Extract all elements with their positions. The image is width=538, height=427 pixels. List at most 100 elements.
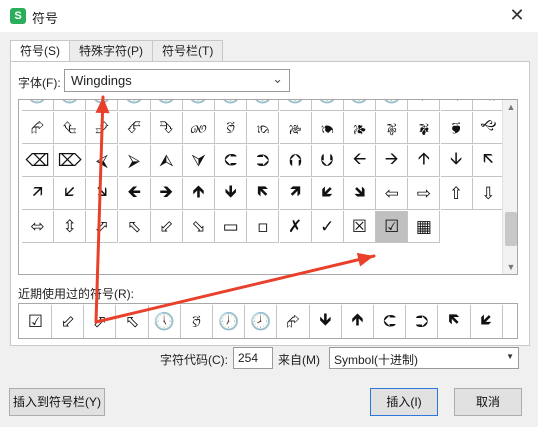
symbol-cell[interactable]: ✓ <box>311 211 344 243</box>
symbol-cell[interactable]: 🡪 <box>376 145 409 177</box>
symbol-cell[interactable]: 🡺 <box>150 178 183 210</box>
symbol-cell[interactable]: ▫ <box>247 211 280 243</box>
grid-scrollbar[interactable]: ▲ ▼ <box>502 100 517 274</box>
symbol-cell[interactable]: ⬃ <box>150 211 183 243</box>
char-code-input[interactable]: 254 <box>233 347 273 369</box>
symbol-cell[interactable]: ⮘ <box>86 145 119 177</box>
symbol-cell[interactable]: ⇦ <box>376 178 409 210</box>
symbol-cell[interactable]: ⇧ <box>440 178 473 210</box>
symbol-cell[interactable]: 🡽 <box>279 178 312 210</box>
symbol-cell[interactable]: 🙓 <box>279 112 312 144</box>
symbol-cell[interactable]: ⇳ <box>54 211 87 243</box>
symbol-cell-selected[interactable]: ☑ <box>376 211 409 243</box>
symbol-cell[interactable]: 🕙 <box>311 100 344 111</box>
symbol-cell[interactable]: ⮈ <box>215 145 248 177</box>
symbol-cell[interactable]: 🕘 <box>279 100 312 111</box>
from-select[interactable]: Symbol(十进制) ▼ <box>329 347 519 369</box>
symbol-cell[interactable]: ⮶ <box>118 112 151 144</box>
recent-symbol-cell[interactable]: 🡹 <box>342 305 374 338</box>
symbol-cell[interactable]: ⮷ <box>150 112 183 144</box>
symbol-cell[interactable]: 🕐 <box>22 100 54 111</box>
symbol-cell[interactable]: 🡬 <box>472 145 505 177</box>
symbol-cell[interactable]: ⮚ <box>118 145 151 177</box>
symbol-cell[interactable]: 🕚 <box>344 100 376 111</box>
symbol-cell[interactable]: ▦ <box>408 211 441 243</box>
symbol-cell[interactable]: ⬄ <box>22 211 54 243</box>
symbol-cell[interactable]: ⮋ <box>311 145 344 177</box>
recent-symbol-cell[interactable]: ⮊ <box>406 305 439 338</box>
symbol-cell[interactable]: ⇨ <box>408 178 441 210</box>
symbol-cell[interactable]: 🕛 <box>376 100 409 111</box>
symbol-cell[interactable]: 🙐 <box>183 112 215 144</box>
symbol-cell[interactable]: 🕗 <box>247 100 280 111</box>
symbol-cell[interactable]: ⮱ <box>440 100 473 111</box>
symbol-cell[interactable]: 🡨 <box>344 145 376 177</box>
symbol-cell[interactable]: ⮊ <box>247 145 280 177</box>
symbol-cell[interactable]: 🡫 <box>440 145 473 177</box>
symbol-cell[interactable]: 🙘 <box>440 112 473 144</box>
symbol-cell[interactable]: 🙕 <box>344 112 376 144</box>
symbol-cell[interactable]: 🙑 <box>215 112 248 144</box>
tab-symbol-bar[interactable]: 符号栏(T) <box>152 40 224 62</box>
symbol-cell[interactable]: 🕔 <box>150 100 183 111</box>
recent-symbol-cell[interactable]: ⮈ <box>374 305 407 338</box>
recent-symbol-cell[interactable]: 🕖 <box>213 305 246 338</box>
symbol-cell[interactable]: ⮉ <box>279 145 312 177</box>
symbol-cell[interactable]: 🙖 <box>376 112 409 144</box>
symbol-cell[interactable]: 🙙 <box>472 112 505 144</box>
symbol-cell[interactable]: ⮛ <box>183 145 215 177</box>
recent-symbol-cell[interactable]: ⬃ <box>52 305 85 338</box>
symbol-cell[interactable]: ▭ <box>215 211 248 243</box>
recent-symbol-cell[interactable]: 🕗 <box>245 305 278 338</box>
symbol-cell[interactable]: ⬀ <box>86 211 119 243</box>
symbol-cell[interactable]: ☒ <box>344 211 376 243</box>
recent-symbol-cell[interactable]: ⬀ <box>84 305 117 338</box>
symbol-cell[interactable]: 🡸 <box>118 178 151 210</box>
symbol-cell[interactable]: 🙒 <box>247 112 280 144</box>
symbol-cell[interactable]: ⌫ <box>22 145 54 177</box>
recent-symbol-cell[interactable]: 🙑 <box>181 305 213 338</box>
symbol-cell[interactable]: ⬁ <box>118 211 151 243</box>
scroll-up-icon[interactable]: ▲ <box>503 100 517 114</box>
symbol-cell[interactable]: ⬂ <box>183 211 215 243</box>
symbol-cell[interactable]: ⮳ <box>22 112 54 144</box>
close-icon[interactable]: ✕ <box>506 4 528 26</box>
symbol-cell[interactable]: 🡭 <box>22 178 54 210</box>
insert-button[interactable]: 插入(I) <box>370 388 438 416</box>
symbol-cell[interactable]: ⮙ <box>150 145 183 177</box>
symbol-cell[interactable]: ⌦ <box>54 145 87 177</box>
font-select[interactable]: Wingdings ⌄ <box>64 69 290 92</box>
symbol-cell[interactable]: ⮵ <box>86 112 119 144</box>
symbol-cell[interactable]: 🡹 <box>183 178 215 210</box>
recent-symbol-cell[interactable]: ⬁ <box>117 305 149 338</box>
symbol-cell[interactable]: ⮰ <box>408 100 441 111</box>
symbol-cell[interactable]: 🙗 <box>408 112 441 144</box>
symbol-cell[interactable]: 🕑 <box>54 100 87 111</box>
symbol-cell[interactable]: ⇩ <box>472 178 505 210</box>
symbol-cell[interactable]: 🡻 <box>215 178 248 210</box>
recent-symbol-cell[interactable]: 🡻 <box>310 305 342 338</box>
insert-to-symbol-bar-button[interactable]: 插入到符号栏(Y) <box>9 388 105 416</box>
symbol-cell[interactable]: 🡿 <box>311 178 344 210</box>
symbol-cell[interactable]: 🕕 <box>183 100 215 111</box>
symbol-cell[interactable]: 🡼 <box>247 178 280 210</box>
recent-symbol-cell[interactable]: ☑ <box>20 305 52 338</box>
recent-symbol-cell[interactable]: 🡿 <box>471 305 503 338</box>
scroll-down-icon[interactable]: ▼ <box>503 260 517 274</box>
symbol-cell[interactable]: 🙔 <box>311 112 344 144</box>
symbol-cell[interactable]: ✗ <box>279 211 312 243</box>
symbol-cell[interactable]: 🕒 <box>86 100 119 111</box>
tab-symbols[interactable]: 符号(S) <box>10 40 70 63</box>
cancel-button[interactable]: 取消 <box>454 388 522 416</box>
symbol-cell[interactable]: ⮴ <box>54 112 87 144</box>
recent-symbol-cell[interactable]: ⮳ <box>278 305 310 338</box>
recent-symbol-cell[interactable]: 🡼 <box>439 305 471 338</box>
symbol-cell[interactable]: 🕓 <box>118 100 151 111</box>
recent-symbol-cell[interactable]: 🕔 <box>149 305 181 338</box>
symbol-cell[interactable]: 🡮 <box>86 178 119 210</box>
symbol-cell[interactable]: 🡾 <box>344 178 376 210</box>
tab-special-chars[interactable]: 特殊字符(P) <box>69 40 153 62</box>
symbol-cell[interactable]: 🡩 <box>408 145 441 177</box>
scroll-thumb[interactable] <box>505 212 517 246</box>
symbol-cell[interactable]: 🡯 <box>54 178 87 210</box>
